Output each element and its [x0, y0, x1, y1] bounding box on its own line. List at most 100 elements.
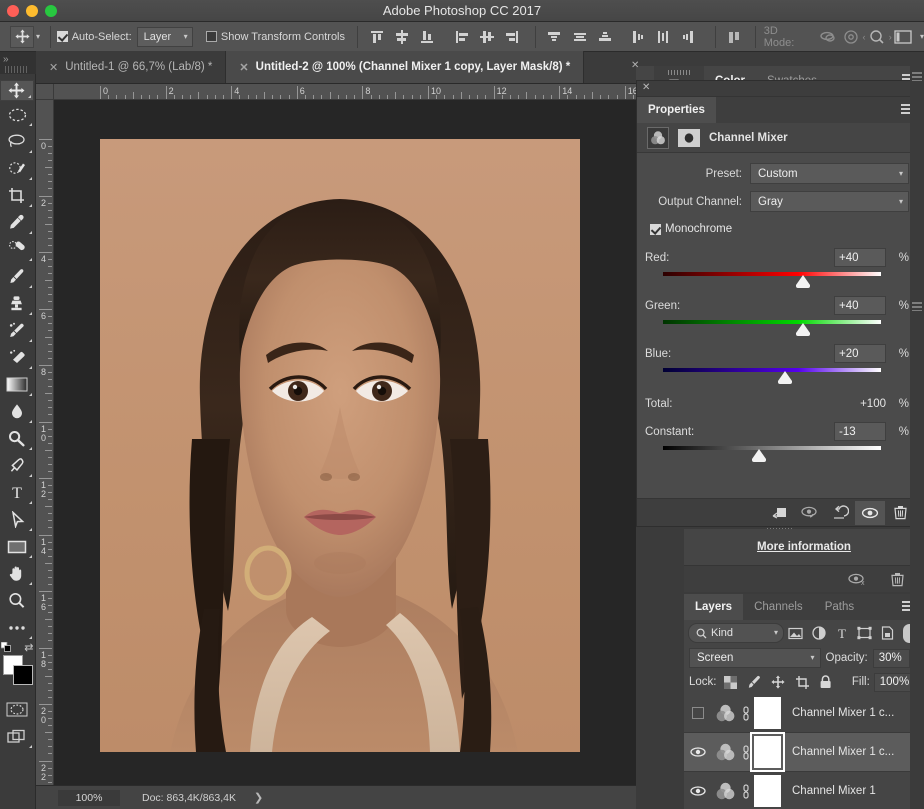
table-row[interactable]: Channel Mixer 1 c...: [684, 694, 924, 733]
align-left-edges-icon[interactable]: [449, 26, 474, 48]
sidebar-item-zoom-tool[interactable]: [0, 587, 34, 614]
filter-adjustment-icon[interactable]: [807, 622, 830, 644]
properties-panel-titlebar[interactable]: ✕ «: [637, 81, 923, 97]
sidebar-item-crop-tool[interactable]: [0, 182, 34, 209]
lock-transparent-pixels-icon[interactable]: [721, 671, 741, 693]
dock-grip-top[interactable]: [912, 72, 922, 81]
link-mask-icon[interactable]: [738, 745, 754, 760]
close-icon[interactable]: ✕: [239, 61, 248, 74]
distribute-top-edges-icon[interactable]: [542, 26, 567, 48]
document-canvas[interactable]: [100, 139, 580, 752]
filter-pixel-icon[interactable]: [784, 622, 807, 644]
tab-layers[interactable]: Layers: [684, 594, 743, 620]
close-icon[interactable]: ✕: [49, 61, 58, 74]
sidebar-item-brush-tool[interactable]: [0, 263, 34, 290]
layer-mask-thumbnail-selected[interactable]: [754, 736, 781, 768]
lock-all-icon[interactable]: [816, 671, 836, 693]
tab-channels[interactable]: Channels: [743, 594, 814, 620]
layer-visibility-toggle[interactable]: [684, 772, 712, 809]
table-row[interactable]: Channel Mixer 1: [684, 772, 924, 809]
output-channel-select[interactable]: Gray ▾: [750, 191, 909, 212]
constant-slider[interactable]: [645, 444, 909, 460]
sidebar-item-edit-toolbar[interactable]: [0, 614, 34, 641]
table-row[interactable]: Channel Mixer 1 c...: [684, 733, 924, 772]
properties-dock-close-icon[interactable]: ✕: [631, 60, 639, 71]
red-value-field[interactable]: +40: [834, 248, 886, 267]
move-tool-icon[interactable]: [10, 26, 34, 48]
slide-3d-icon[interactable]: [865, 26, 888, 48]
screen-mode-chevron-icon[interactable]: ▾: [920, 33, 924, 41]
background-color-swatch[interactable]: [13, 665, 33, 685]
green-slider[interactable]: [645, 318, 909, 334]
align-bottom-edges-icon[interactable]: [414, 26, 439, 48]
link-mask-icon[interactable]: [738, 706, 754, 721]
sidebar-item-pen-tool[interactable]: [0, 452, 34, 479]
distribute-horizontal-centers-icon[interactable]: [650, 26, 675, 48]
align-top-edges-icon[interactable]: [364, 26, 389, 48]
layer-mask-thumbnail[interactable]: [754, 697, 781, 729]
channel-mixer-thumb-icon[interactable]: [712, 778, 738, 804]
auto-select-checkbox[interactable]: [57, 31, 68, 42]
sidebar-item-lasso-tool[interactable]: [0, 128, 34, 155]
disable-mask-effects-icon[interactable]: x: [842, 567, 872, 591]
toolbar-collapse-icon[interactable]: »: [3, 54, 8, 65]
ruler-origin-corner[interactable]: [36, 84, 54, 100]
distribute-left-edges-icon[interactable]: [625, 26, 650, 48]
delete-mask-icon[interactable]: [882, 567, 912, 591]
swap-colors-icon[interactable]: ⇄: [24, 641, 33, 654]
toolbar-drag-grip[interactable]: [5, 66, 27, 73]
sidebar-item-blur-tool[interactable]: [0, 398, 34, 425]
vertical-ruler[interactable]: 0246810121416182022: [36, 100, 54, 785]
sidebar-item-hand-tool[interactable]: [0, 560, 34, 587]
constant-value-field[interactable]: -13: [834, 422, 886, 441]
sidebar-item-history-brush-tool[interactable]: [0, 317, 34, 344]
sidebar-item-gradient-tool[interactable]: [0, 371, 34, 398]
tab-paths[interactable]: Paths: [814, 594, 865, 620]
distribute-bottom-edges-icon[interactable]: [592, 26, 617, 48]
zoom-level-field[interactable]: 100%: [58, 790, 120, 806]
document-tab-untitled-1[interactable]: ✕ Untitled-1 @ 66,7% (Lab/8) *: [36, 51, 226, 83]
align-horizontal-centers-icon[interactable]: [474, 26, 499, 48]
show-transform-controls-checkbox[interactable]: [206, 31, 217, 42]
channel-mixer-thumb-icon[interactable]: [712, 739, 738, 765]
monochrome-checkbox[interactable]: [650, 224, 661, 235]
lock-image-pixels-icon[interactable]: [744, 671, 764, 693]
distribute-right-edges-icon[interactable]: [675, 26, 700, 48]
screen-mode-icon[interactable]: [0, 723, 34, 750]
distribute-vertical-centers-icon[interactable]: [567, 26, 592, 48]
horizontal-ruler[interactable]: 024681012141618: [54, 84, 636, 100]
document-tab-untitled-2[interactable]: ✕ Untitled-2 @ 100% (Channel Mixer 1 cop…: [226, 51, 584, 83]
blue-slider[interactable]: [645, 366, 909, 382]
filter-smart-object-icon[interactable]: [876, 622, 899, 644]
auto-select-scope-select[interactable]: Layer ▾: [137, 27, 193, 47]
opacity-value-field[interactable]: 30%: [873, 649, 910, 668]
close-icon[interactable]: ✕: [642, 82, 650, 93]
preview-previous-state-icon[interactable]: [795, 501, 825, 525]
sidebar-item-type-tool[interactable]: T: [0, 479, 34, 506]
filter-shape-icon[interactable]: [853, 622, 876, 644]
more-information-link[interactable]: More information: [757, 541, 851, 553]
sidebar-item-move-tool[interactable]: [0, 80, 34, 101]
screen-mode-icon[interactable]: [892, 26, 915, 48]
canvas-area[interactable]: [54, 100, 636, 785]
red-slider[interactable]: [645, 270, 909, 286]
dock-grip-mid[interactable]: [912, 302, 922, 311]
default-colors-icon[interactable]: [1, 642, 10, 651]
filter-type-icon[interactable]: T: [830, 622, 853, 644]
current-tool-preset[interactable]: ▾: [6, 26, 44, 48]
green-slider-thumb[interactable]: [796, 323, 810, 333]
constant-slider-thumb[interactable]: [752, 449, 766, 459]
tab-properties[interactable]: Properties: [637, 97, 716, 123]
sidebar-item-elliptical-marquee-tool[interactable]: [0, 101, 34, 128]
green-value-field[interactable]: +40: [834, 296, 886, 315]
toggle-visibility-icon[interactable]: [855, 501, 885, 525]
preset-select[interactable]: Custom ▾: [750, 163, 909, 184]
sidebar-item-rectangle-tool[interactable]: [0, 533, 34, 560]
color-swatches[interactable]: ⇄: [1, 654, 35, 688]
sidebar-item-eraser-tool[interactable]: [0, 344, 34, 371]
blue-value-field[interactable]: +20: [834, 344, 886, 363]
lock-position-icon[interactable]: [768, 671, 788, 693]
sidebar-item-healing-brush-tool[interactable]: [0, 236, 34, 263]
orbit-3d-icon[interactable]: [816, 26, 839, 48]
roll-3d-icon[interactable]: [839, 26, 862, 48]
